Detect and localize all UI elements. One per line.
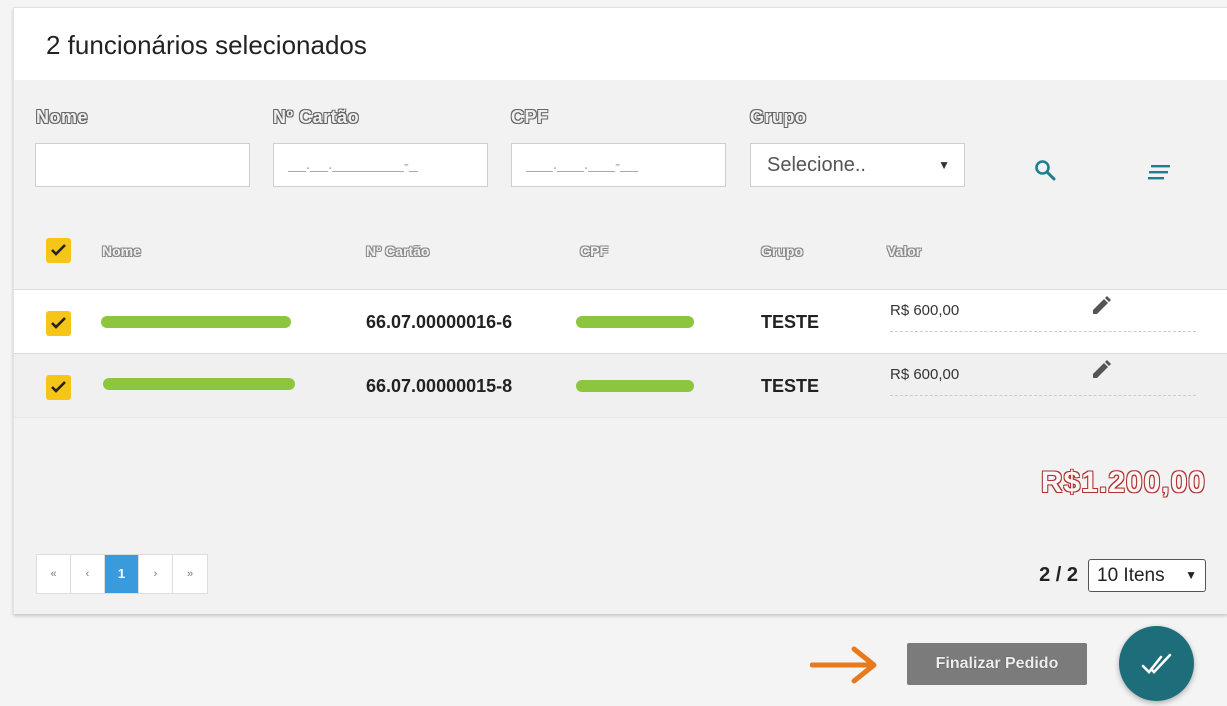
pencil-icon[interactable]	[1090, 359, 1112, 386]
next-page-button[interactable]: ›	[139, 555, 173, 593]
confirm-fab[interactable]	[1119, 626, 1194, 701]
filter-label-cartao: Nº Cartão	[273, 107, 360, 127]
redacted-cpf	[576, 316, 694, 328]
cell-valor: R$ 600,00	[890, 366, 1196, 396]
col-header-nome: Nome	[102, 243, 141, 259]
search-icon[interactable]	[1034, 159, 1056, 186]
chevron-down-icon: ▼	[1185, 568, 1197, 582]
grupo-select-value: Selecione..	[767, 154, 866, 176]
cell-cartao: 66.07.00000016-6	[366, 312, 513, 332]
col-header-cpf: CPF	[580, 243, 608, 259]
select-all-checkbox[interactable]	[46, 238, 71, 263]
page-info: 2 / 2	[1039, 564, 1078, 586]
redacted-name	[103, 378, 295, 390]
cell-valor: R$ 600,00	[890, 302, 1196, 332]
redacted-cpf	[576, 380, 694, 392]
total-value: R$1.200,00	[1040, 466, 1206, 499]
card-header: 2 funcionários selecionados	[14, 8, 1227, 80]
filter-label-grupo: Grupo	[750, 107, 807, 127]
selection-card: 2 funcionários selecionados Nome Nº Cart…	[13, 7, 1227, 614]
pagination: « ‹ 1 › »	[36, 554, 208, 594]
per-page-value: 10 Itens	[1097, 565, 1165, 586]
filter-label-cpf: CPF	[511, 107, 549, 127]
double-check-icon	[1141, 653, 1172, 674]
prev-page-button[interactable]: ‹	[71, 555, 105, 593]
redacted-name	[101, 316, 291, 328]
cell-cartao: 66.07.00000015-8	[366, 376, 513, 396]
checkmark-icon	[51, 317, 66, 329]
col-header-cartao: Nº Cartão	[366, 243, 430, 259]
grupo-select[interactable]: Selecione.. ▼	[750, 143, 965, 187]
cartao-input[interactable]	[273, 143, 488, 187]
page-title: 2 funcionários selecionados	[46, 30, 367, 60]
row-checkbox[interactable]	[46, 375, 71, 400]
table-row[interactable]: 66.07.00000015-8 TESTE R$ 600,00	[14, 354, 1227, 417]
sort-lines-icon[interactable]	[1148, 163, 1172, 186]
finalize-order-button[interactable]: Finalizar Pedido	[907, 643, 1087, 685]
cell-grupo: TESTE	[761, 376, 820, 396]
arrow-right-icon	[809, 645, 880, 690]
last-page-button[interactable]: »	[173, 555, 207, 593]
table-row[interactable]: 66.07.00000016-6 TESTE R$ 600,00	[14, 290, 1227, 353]
first-page-button[interactable]: «	[37, 555, 71, 593]
divider	[14, 417, 1227, 418]
chevron-down-icon: ▼	[938, 158, 950, 172]
cpf-input[interactable]	[511, 143, 726, 187]
checkmark-icon	[51, 381, 66, 393]
checkmark-icon	[51, 244, 66, 256]
pencil-icon[interactable]	[1090, 295, 1112, 322]
col-header-grupo: Grupo	[761, 243, 803, 259]
row-checkbox[interactable]	[46, 311, 71, 336]
nome-input[interactable]	[35, 143, 250, 187]
col-header-valor: Valor	[887, 243, 922, 259]
page-button-current[interactable]: 1	[105, 555, 139, 593]
filter-label-nome: Nome	[36, 107, 89, 127]
per-page-select[interactable]: 10 Itens ▼	[1088, 559, 1206, 592]
cell-grupo: TESTE	[761, 312, 820, 332]
